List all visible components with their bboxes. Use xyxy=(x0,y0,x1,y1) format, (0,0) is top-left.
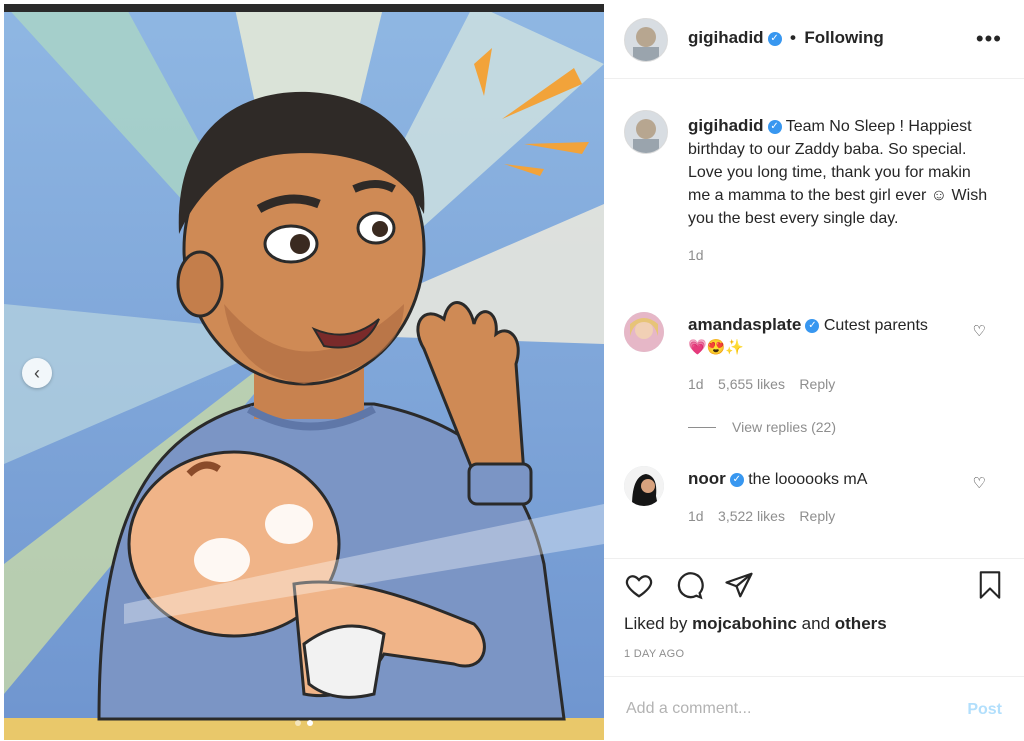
comment-age: 1d xyxy=(688,508,704,524)
comment-text: the loooooks mA xyxy=(748,471,868,488)
comment-bubble-icon[interactable] xyxy=(674,570,704,600)
carousel-dots xyxy=(4,720,604,726)
comment-meta: 1d 3,522 likes Reply xyxy=(688,505,968,528)
avatar[interactable] xyxy=(624,18,668,62)
post-timestamp[interactable]: 1 DAY AGO xyxy=(624,648,684,660)
liked-by: Liked by mojcabohinc and others xyxy=(624,614,887,634)
action-bar xyxy=(604,558,1024,559)
comment-emoji: 💗😍✨ xyxy=(688,339,745,356)
replies-divider xyxy=(688,427,716,429)
comment-avatar[interactable] xyxy=(624,466,664,506)
post-caption: gigihadid ✓ Team No Sleep ! Happiest birt… xyxy=(688,114,988,267)
liked-by-user[interactable]: mojcabohinc xyxy=(692,614,797,633)
verified-icon: ✓ xyxy=(805,318,820,333)
comment-like-heart-icon[interactable]: ♡ xyxy=(973,474,986,492)
view-replies-label[interactable]: View replies (22) xyxy=(732,419,836,435)
illustration-dad-and-baby xyxy=(4,4,604,740)
header-identity: gigihadid ✓ • Following xyxy=(688,28,884,48)
comment-likes[interactable]: 3,522 likes xyxy=(718,508,785,524)
add-comment-bar: Post xyxy=(604,676,1024,741)
following-button[interactable]: Following xyxy=(804,28,883,47)
more-options-icon[interactable]: ••• xyxy=(976,26,1002,52)
add-comment-input[interactable] xyxy=(624,699,948,719)
caption-avatar[interactable] xyxy=(624,110,668,154)
liked-by-prefix: Liked by xyxy=(624,614,688,633)
comment-text: Cutest parents xyxy=(823,317,928,334)
header-username[interactable]: gigihadid xyxy=(688,28,764,47)
like-heart-icon[interactable] xyxy=(624,570,654,600)
liked-by-conj: and xyxy=(801,614,831,633)
caption-age: 1d xyxy=(688,247,704,263)
share-paper-plane-icon[interactable] xyxy=(724,570,754,600)
post-sidebar: gigihadid ✓ • Following ••• gigihadid ✓ Te… xyxy=(604,0,1024,740)
liked-by-others[interactable]: others xyxy=(835,614,887,633)
comment-avatar[interactable] xyxy=(624,312,664,352)
carousel-prev-button[interactable]: ‹ xyxy=(22,358,52,388)
carousel-dot-active xyxy=(307,720,313,726)
save-bookmark-icon[interactable] xyxy=(976,570,1004,600)
comment-username[interactable]: noor xyxy=(688,469,726,488)
comment-item: amandasplate ✓ Cutest parents 💗😍✨ 1d 5,65… xyxy=(688,314,968,439)
post-image[interactable]: ‹ xyxy=(4,4,604,740)
reply-button[interactable]: Reply xyxy=(799,508,835,524)
comment-likes[interactable]: 5,655 likes xyxy=(718,376,785,392)
comment-username[interactable]: amandasplate xyxy=(688,315,801,334)
reply-button[interactable]: Reply xyxy=(799,376,835,392)
caption-username[interactable]: gigihadid xyxy=(688,116,764,135)
comment-meta: 1d 5,655 likes Reply xyxy=(688,373,968,396)
verified-icon: ✓ xyxy=(767,31,782,46)
comment-age: 1d xyxy=(688,376,704,392)
post-header: gigihadid ✓ • Following ••• xyxy=(604,0,1024,79)
carousel-dot xyxy=(295,720,301,726)
verified-icon: ✓ xyxy=(767,119,782,134)
view-replies[interactable]: View replies (22) xyxy=(688,416,968,439)
chevron-left-icon: ‹ xyxy=(34,362,40,383)
verified-icon: ✓ xyxy=(729,472,744,487)
comment-item: noor ✓ the loooooks mA 1d 3,522 likes Rep… xyxy=(688,468,968,528)
header-separator: • xyxy=(790,28,796,47)
instagram-post: ‹ gigihadid ✓ • Following ••• gigihadid ✓ … xyxy=(0,0,1024,740)
post-comment-button[interactable]: Post xyxy=(967,701,1002,719)
comment-like-heart-icon[interactable]: ♡ xyxy=(973,322,986,340)
